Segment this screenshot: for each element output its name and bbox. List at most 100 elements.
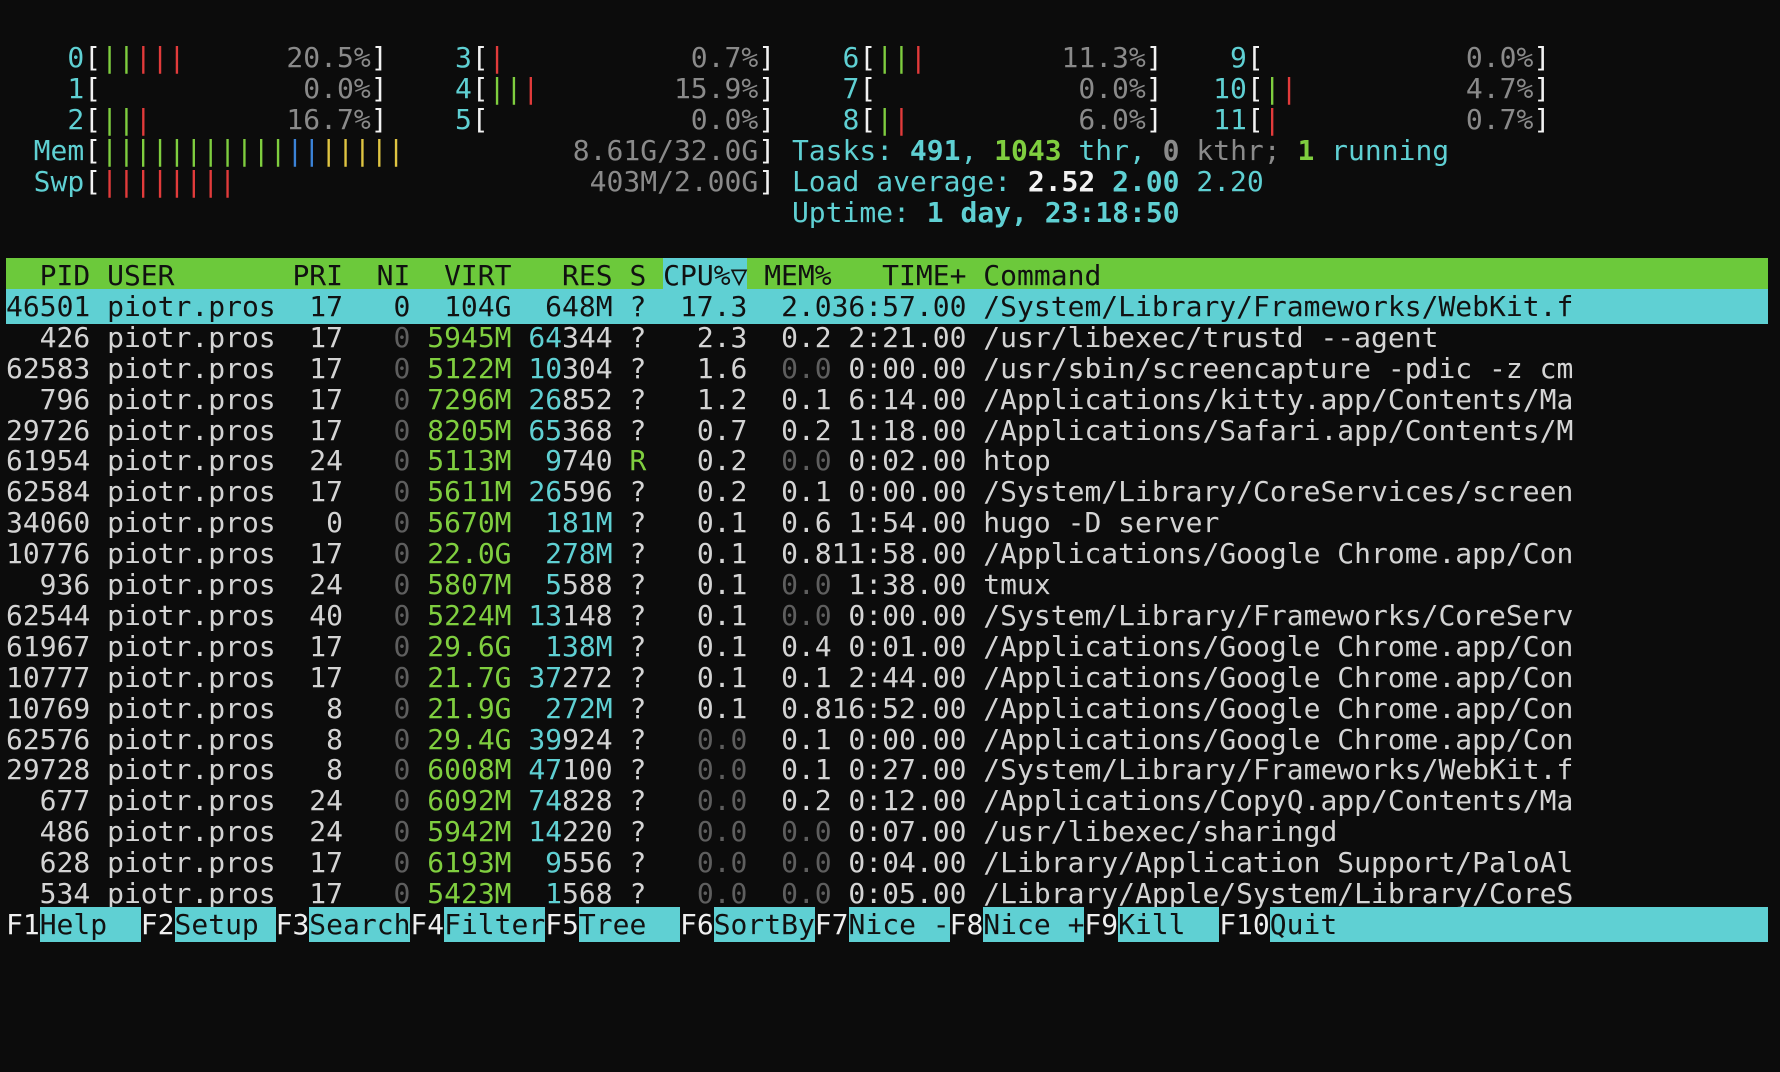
cpu-core-label: 3: [454, 41, 472, 74]
process-user: piotr.pros: [107, 289, 276, 323]
process-row[interactable]: 628 piotr.pros 17 0 6193M 9556? 0.0 0.0 0:04.00/…: [6, 845, 1768, 880]
process-state: ?: [629, 382, 647, 416]
column-header-state[interactable]: S: [629, 258, 646, 293]
meter-bracket-left: [: [859, 41, 877, 74]
process-time: 2:21.00: [848, 320, 967, 354]
function-key-f8[interactable]: F8: [950, 907, 984, 942]
process-row[interactable]: 62576 piotr.pros 8 0 29.4G 39924? 0.0 0.1 0:00.0…: [6, 722, 1768, 757]
process-command: /System/Library/CoreServices/screen: [983, 475, 1574, 509]
process-virt: 6193M: [427, 846, 512, 880]
function-key-label-f3[interactable]: Search: [309, 906, 411, 942]
process-res: 14220: [528, 814, 612, 849]
process-cpu: 0.1: [696, 691, 748, 725]
column-header-virt[interactable]: VIRT: [427, 258, 511, 293]
process-row[interactable]: 46501 piotr.pros 17 0 104G 648M? 17.3 2.0 36:57.…: [6, 288, 1768, 324]
function-key-f2[interactable]: F2: [141, 907, 175, 942]
column-header-nice[interactable]: NI: [360, 258, 411, 293]
process-time: 16:52.00: [831, 691, 967, 725]
function-key-f9[interactable]: F9: [1084, 907, 1118, 942]
function-key-label-f10[interactable]: Quit: [1269, 906, 1768, 942]
running-count: 1: [1297, 133, 1315, 167]
process-row[interactable]: 29728 piotr.pros 8 0 6008M 47100? 0.0 0.1 0:27.0…: [6, 752, 1768, 787]
process-time: 1:38.00: [848, 568, 967, 601]
process-row[interactable]: 62544 piotr.pros 40 0 5224M 13148? 0.1 0.0 0:00.…: [6, 598, 1768, 633]
swp-usage-value: 403M/2.00G: [589, 164, 759, 198]
process-pid: 534: [39, 877, 91, 910]
process-cpu: 0.0: [696, 784, 748, 818]
column-header-res[interactable]: RES: [528, 258, 613, 293]
process-nice: 0: [393, 815, 411, 849]
cpu-usage-value: 16.7%: [286, 102, 371, 136]
meter-bracket-right: ]: [1145, 102, 1163, 136]
process-state: ?: [629, 320, 647, 354]
process-res: 648M: [545, 289, 613, 323]
process-row[interactable]: 796 piotr.pros 17 0 7296M 26852? 1.2 0.1 6:14.00…: [6, 382, 1768, 417]
process-priority: 0: [326, 506, 343, 540]
function-key-f1[interactable]: F1: [6, 907, 40, 942]
process-priority: 17: [309, 846, 343, 880]
res-units-part: 368: [562, 413, 613, 447]
function-key-label-f9[interactable]: Kill: [1118, 906, 1220, 942]
function-key-f7[interactable]: F7: [815, 907, 849, 942]
process-res: 278M: [545, 537, 613, 571]
function-key-label-f1[interactable]: Help: [39, 906, 141, 942]
process-virt: 29.4G: [427, 722, 512, 756]
process-nice: 0: [393, 289, 411, 323]
res-thousands-part: 74: [528, 784, 563, 818]
process-row[interactable]: 61954 piotr.pros 24 0 5113M 9740 R 0.2 0.0 0:02.0…: [6, 443, 1768, 478]
process-row[interactable]: 936 piotr.pros 24 0 5807M 5588? 0.1 0.0 1:38.00 t…: [6, 567, 1768, 602]
process-state: ?: [629, 691, 647, 725]
column-header-cpu[interactable]: CPU%▽: [663, 258, 747, 293]
process-user: piotr.pros: [107, 815, 276, 849]
process-priority: 40: [309, 598, 343, 632]
process-nice: 0: [393, 382, 411, 416]
res-units-part: 556: [562, 846, 613, 880]
column-header-priority[interactable]: PRI: [292, 258, 343, 293]
process-row[interactable]: 34060 piotr.pros 0 0 5670M 181M? 0.1 0.6 1:54.00…: [6, 505, 1768, 540]
function-key-f3[interactable]: F3: [276, 907, 310, 942]
process-priority: 24: [309, 815, 343, 849]
meter-bracket-right: ]: [370, 41, 388, 74]
process-row[interactable]: 486 piotr.pros 24 0 5942M 14220? 0.0 0.0 0:07.00…: [6, 814, 1768, 849]
function-key-label-f4[interactable]: Filter: [444, 906, 546, 942]
process-row[interactable]: 62584 piotr.pros 17 0 5611M 26596? 0.2 0.1 0:00.…: [6, 474, 1768, 509]
meter-bracket-left: [: [1246, 102, 1264, 136]
function-key-bar: F1 Help F2 Setup F3 Search F4 Filter F5 Tree F6…: [6, 906, 1768, 942]
function-key-label-f7[interactable]: Nice -: [848, 906, 950, 942]
process-row[interactable]: 534 piotr.pros 17 0 5423M 1568? 0.0 0.0 0:05.00/…: [6, 876, 1768, 911]
running-label: running: [1314, 133, 1450, 167]
column-header-time[interactable]: TIME+: [815, 258, 966, 293]
function-key-f4[interactable]: F4: [410, 907, 444, 942]
process-res: 272M: [545, 691, 613, 725]
process-command: /System/Library/Frameworks/WebKit.f: [983, 289, 1574, 323]
kernel-threads-count: 0: [1162, 133, 1180, 167]
process-row[interactable]: 61967 piotr.pros 17 0 29.6G 138M? 0.1 0.4 0:01.0…: [6, 629, 1768, 664]
process-row[interactable]: 29726 piotr.pros 17 0 8205M 65368? 0.7 0.2 1:18.…: [6, 413, 1768, 448]
meter-bracket-right: ]: [1145, 41, 1163, 74]
process-row[interactable]: 10769 piotr.pros 8 0 21.9G 272M? 0.1 0.8 16:52.0…: [6, 691, 1768, 726]
column-header-command[interactable]: Command: [983, 258, 1590, 293]
cpu-core-label: 5: [454, 102, 472, 136]
process-row[interactable]: 10776 piotr.pros 17 0 22.0G 278M? 0.1 0.8 11:58.…: [6, 536, 1768, 571]
function-key-label-f5[interactable]: Tree: [578, 906, 681, 942]
function-key-f5[interactable]: F5: [545, 907, 579, 942]
function-key-label-f6[interactable]: SortBy: [713, 906, 815, 942]
process-virt: 5122M: [427, 351, 512, 385]
function-key-label-f8[interactable]: Nice +: [983, 906, 1085, 942]
column-header-pid[interactable]: PID: [6, 258, 91, 293]
process-res: 1568: [528, 876, 612, 911]
process-row[interactable]: 677 piotr.pros 24 0 6092M 74828? 0.0 0.2 0:12.00…: [6, 783, 1768, 818]
function-key-f6[interactable]: F6: [680, 907, 714, 942]
process-row[interactable]: 62583 piotr.pros 17 0 5122M 10304? 1.6 0.0 0:00.…: [6, 351, 1768, 386]
function-key-f10[interactable]: F10: [1219, 907, 1270, 942]
process-time: 0:00.00: [848, 475, 967, 509]
swp-label: Swp: [33, 164, 85, 198]
meter-bracket-left: [: [84, 164, 102, 198]
process-row[interactable]: 426 piotr.pros 17 0 5945M 64344? 2.3 0.2 2:21.00…: [6, 320, 1768, 355]
process-pid: 426: [39, 320, 91, 354]
function-key-label-f2[interactable]: Setup: [174, 906, 276, 942]
process-row[interactable]: 10777 piotr.pros 17 0 21.7G 37272? 0.1 0.1 2:44.…: [6, 660, 1768, 695]
process-command: htop: [983, 444, 1051, 478]
process-nice: 0: [393, 506, 411, 540]
column-header-user[interactable]: USER: [107, 258, 276, 293]
